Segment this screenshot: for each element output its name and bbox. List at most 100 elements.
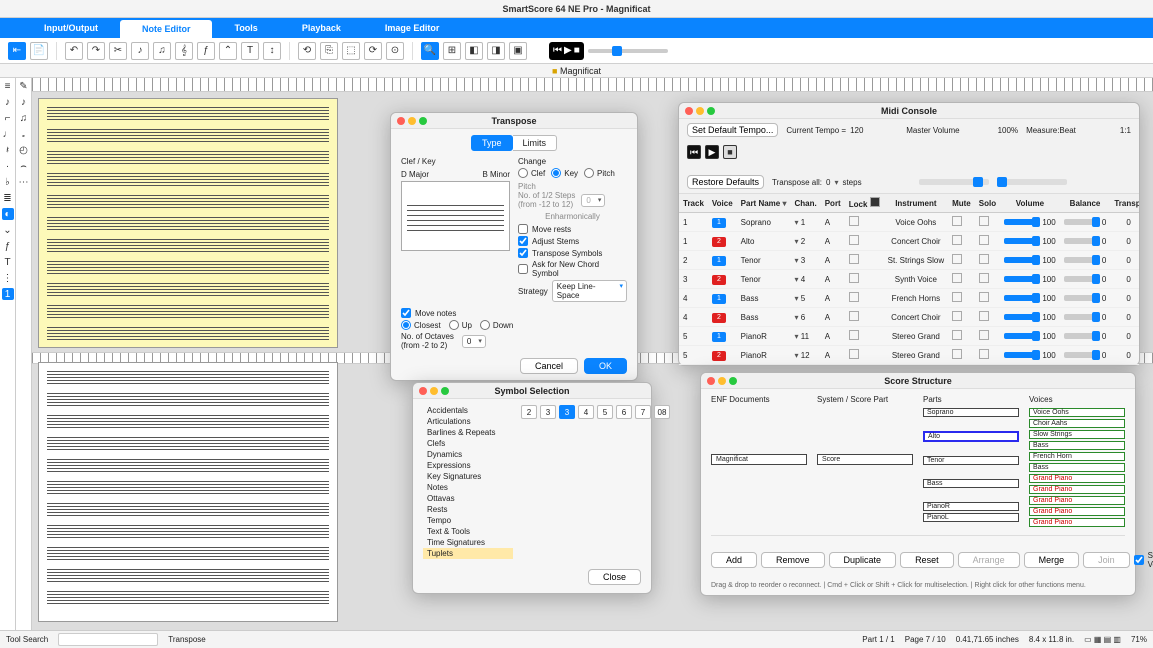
reset-button[interactable]: Reset [900,552,954,568]
palette-icon[interactable]: ≣ [2,192,14,204]
arrange-button[interactable]: Arrange [958,552,1020,568]
view-icon[interactable]: ▣ [509,42,527,60]
stop-icon[interactable]: ■ [723,145,737,159]
list-item[interactable]: Ottavas [423,493,513,504]
mode-icon[interactable]: ♫ [18,112,30,124]
tab-input-output[interactable]: Input/Output [22,18,120,38]
palette-icon[interactable]: ♭ [2,176,14,188]
dynamics-icon[interactable]: ƒ [197,42,215,60]
zoom-icon[interactable] [441,387,449,395]
measure-slider[interactable] [997,179,1067,185]
rewind-icon[interactable]: ⏮ [553,45,562,56]
join-button[interactable]: Join [1083,552,1130,568]
tempo-slider[interactable] [588,49,668,53]
tab-note-editor[interactable]: Note Editor [120,20,213,38]
col-transp[interactable]: Transp. [1110,194,1139,213]
mode-icon[interactable]: ✎ [18,80,30,92]
play-icon[interactable]: ▶ [705,145,719,159]
close-icon[interactable] [707,377,715,385]
set-default-tempo-button[interactable]: Set Default Tempo... [687,123,778,137]
target-icon[interactable]: ⊙ [386,42,404,60]
octaves-stepper[interactable]: 0 [462,335,486,348]
list-item[interactable]: Time Signatures [423,537,513,548]
tool-open-icon[interactable]: 📄 [30,42,48,60]
table-row[interactable]: 12Alto▾ 2AConcert Choir 100 00 [679,232,1139,251]
voice-node[interactable]: Grand Piano [1029,485,1125,494]
mode-icon[interactable]: ⌢ [18,160,30,172]
table-row[interactable]: 21Tenor▾ 3ASt. Strings Slow 100 00 [679,251,1139,270]
cut-icon[interactable]: ✂ [109,42,127,60]
minimize-icon[interactable] [408,117,416,125]
table-row[interactable]: 42Bass▾ 6AConcert Choir 100 00 [679,308,1139,327]
tuplet-num-button[interactable]: 6 [616,405,632,419]
list-item[interactable]: Expressions [423,460,513,471]
palette-icon[interactable]: T [2,256,14,268]
stop-icon[interactable]: ■ [574,45,580,56]
list-item[interactable]: Text & Tools [423,526,513,537]
ok-button[interactable]: OK [584,358,627,374]
close-icon[interactable] [397,117,405,125]
palette-icon[interactable]: ⌄ [2,224,14,236]
restore-defaults-button[interactable]: Restore Defaults [687,175,764,189]
palette-icon[interactable]: · [2,160,14,172]
tuplet-num-button[interactable]: 7 [635,405,651,419]
tab-limits[interactable]: Limits [513,135,558,151]
accent-icon[interactable]: ⌃ [219,42,237,60]
table-row[interactable]: 52PianoR▾ 12AStereo Grand 100 00 [679,346,1139,365]
list-item[interactable]: Barlines & Repeats [423,427,513,438]
minimize-icon[interactable] [718,377,726,385]
radio-closest[interactable]: Closest [401,320,441,330]
list-item[interactable]: Tempo [423,515,513,526]
refresh-icon[interactable]: ⟲ [298,42,316,60]
symbol-category-list[interactable]: AccidentalsArticulationsBarlines & Repea… [423,405,513,559]
play-icon[interactable]: ▶ [564,45,572,56]
radio-up[interactable]: Up [449,320,472,330]
tuplet-num-button[interactable]: 5 [597,405,613,419]
voice-node[interactable]: Grand Piano [1029,474,1125,483]
view-icons[interactable]: ▭ ▦ ▤ ▥ [1084,635,1121,644]
col-volume[interactable]: Volume [1000,194,1060,213]
part-node[interactable]: Alto [923,431,1019,442]
zoom-icon[interactable] [419,117,427,125]
col-lock[interactable]: Lock [845,194,884,213]
close-icon[interactable] [419,387,427,395]
duplicate-button[interactable]: Duplicate [829,552,897,568]
check-transpose-symbols[interactable]: Transpose Symbols [518,248,627,258]
voice-node[interactable]: Bass [1029,463,1125,472]
text-icon[interactable]: T [241,42,259,60]
part-node[interactable]: Soprano [923,408,1019,417]
col-part[interactable]: Part Name ▾ [737,194,791,213]
tuplet-num-button[interactable]: 3 [559,405,575,419]
list-item[interactable]: Tuplets [423,548,513,559]
check-move-notes[interactable]: Move notes [401,308,627,318]
merge-button[interactable]: Merge [1024,552,1080,568]
half-steps-stepper[interactable]: 0 [581,194,605,207]
transpose-icon[interactable]: ↕ [263,42,281,60]
system-node[interactable]: Score [817,454,913,465]
rotate-icon[interactable]: ⟳ [364,42,382,60]
palette-icon[interactable]: ♩ [2,128,14,140]
minimize-icon[interactable] [430,387,438,395]
show-voices-check[interactable]: Show Voices [1134,551,1153,569]
tool-search-input[interactable] [58,633,158,646]
palette-icon[interactable]: ƒ [2,240,14,252]
redo-icon[interactable]: ↷ [87,42,105,60]
mode-icon[interactable]: ⋯ [18,176,30,188]
col-mute[interactable]: Mute [948,194,975,213]
radio-pitch[interactable]: Pitch [584,168,615,178]
page-next-icon[interactable]: ◨ [487,42,505,60]
part-node[interactable]: PianoL [923,513,1019,522]
enharmonic-label[interactable]: Enharmonically [518,212,627,221]
check-adjust-stems[interactable]: Adjust Stems [518,236,627,246]
rewind-icon[interactable]: ⏮ [687,145,701,159]
radio-key[interactable]: Key [551,168,578,178]
check-move-rests[interactable]: Move rests [518,224,627,234]
cancel-button[interactable]: Cancel [520,358,578,374]
voice-node[interactable]: Slow Strings [1029,430,1125,439]
palette-icon[interactable]: ♪ [2,96,14,108]
tab-image-editor[interactable]: Image Editor [363,18,462,38]
col-track[interactable]: Track [679,194,708,213]
minimize-icon[interactable] [696,107,704,115]
add-button[interactable]: Add [711,552,757,568]
col-balance[interactable]: Balance [1060,194,1111,213]
